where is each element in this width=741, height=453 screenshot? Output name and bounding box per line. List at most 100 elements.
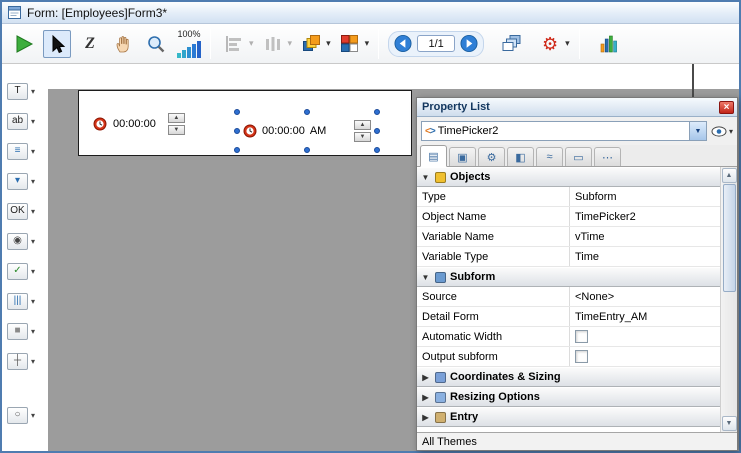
object-selector[interactable]: <> TimePicker2 ▼ — [421, 121, 707, 141]
chevron-down-icon[interactable]: ▾ — [326, 38, 331, 49]
property-value[interactable]: Subform — [569, 187, 720, 206]
chevron-down-icon[interactable]: ▾ — [31, 411, 35, 420]
checkbox[interactable] — [575, 350, 588, 363]
move-tool-button[interactable] — [109, 30, 137, 58]
spinner-down-button[interactable]: ▼ — [168, 125, 185, 135]
rectangle-tool-button[interactable]: ■ — [7, 323, 28, 340]
oval-tool-button[interactable]: ○ — [7, 407, 28, 424]
combo-box-tool-button[interactable]: ▾ — [7, 173, 28, 190]
section-objects[interactable]: ▼Objects — [417, 167, 720, 187]
tab-display[interactable]: ▣ — [449, 147, 476, 166]
selection-handle[interactable] — [234, 147, 240, 153]
property-value[interactable]: <None> — [569, 287, 720, 306]
selection-handle[interactable] — [374, 128, 380, 134]
hierarchical-list-tool-button[interactable]: ≡ — [7, 143, 28, 160]
zoom-tool-button[interactable] — [142, 30, 170, 58]
chevron-down-icon[interactable]: ▾ — [565, 38, 570, 49]
view-options-button[interactable]: ▾ — [711, 126, 733, 137]
tab-settings[interactable]: ⚙ — [478, 147, 505, 166]
chevron-down-icon[interactable]: ▾ — [31, 117, 35, 126]
execute-form-button[interactable] — [10, 30, 38, 58]
spinner-down-button[interactable]: ▼ — [354, 132, 371, 142]
expander-open-icon[interactable]: ▼ — [420, 173, 431, 182]
chevron-down-icon[interactable]: ▾ — [31, 267, 35, 276]
previous-page-button[interactable] — [393, 34, 413, 54]
expander-open-icon[interactable]: ▼ — [420, 273, 431, 282]
selection-handle[interactable] — [374, 147, 380, 153]
chevron-down-icon[interactable]: ▾ — [31, 87, 35, 96]
scrollbar[interactable]: ▲ ▼ — [720, 167, 737, 432]
chevron-down-icon[interactable]: ▾ — [31, 297, 35, 306]
themes-footer[interactable]: All Themes — [417, 432, 737, 450]
tab-properties[interactable]: ▤ — [420, 145, 447, 167]
property-value[interactable] — [569, 327, 720, 346]
property-value[interactable]: TimeEntry_AM — [569, 307, 720, 326]
property-value[interactable]: TimePicker2 — [569, 207, 720, 226]
chevron-down-icon[interactable]: ▾ — [31, 207, 35, 216]
tab-more[interactable]: ⋯ — [594, 147, 621, 166]
chevron-down-icon[interactable]: ▾ — [31, 357, 35, 366]
expander-closed-icon[interactable]: ▶ — [420, 413, 431, 422]
section-entry[interactable]: ▶Entry — [417, 407, 720, 427]
scroll-down-button[interactable]: ▼ — [722, 416, 737, 431]
zoom-control[interactable]: 100% — [177, 27, 201, 61]
selection-handle[interactable] — [234, 128, 240, 134]
time-stepper[interactable]: ▲ ▼ — [168, 113, 185, 135]
tab-monitor[interactable]: ▭ — [565, 147, 592, 166]
section-subform[interactable]: ▼Subform — [417, 267, 720, 287]
hand-icon — [113, 34, 133, 54]
property-value[interactable]: vTime — [569, 227, 720, 246]
button-tool-button[interactable]: OK — [7, 203, 28, 220]
matrix-objects-button[interactable] — [336, 30, 364, 58]
spinner-up-button[interactable]: ▲ — [168, 113, 185, 123]
database-explorer-button[interactable] — [595, 30, 623, 58]
align-button[interactable] — [220, 30, 248, 58]
checkbox[interactable] — [575, 330, 588, 343]
select-tool-button[interactable] — [43, 30, 71, 58]
expander-closed-icon[interactable]: ▶ — [420, 373, 431, 382]
chevron-down-icon[interactable]: ▾ — [249, 38, 254, 49]
property-list-header[interactable]: Property List × — [417, 98, 737, 117]
input-tool-button[interactable]: ab — [7, 113, 28, 130]
property-value[interactable] — [569, 347, 720, 366]
time-stepper[interactable]: ▲ ▼ — [354, 120, 371, 142]
chevron-down-icon[interactable]: ▾ — [31, 327, 35, 336]
tab-events[interactable]: ≈ — [536, 147, 563, 166]
chevron-down-icon[interactable]: ▾ — [31, 237, 35, 246]
form-area[interactable]: 00:00:00 ▲ ▼ — [78, 90, 412, 156]
static-text-tool-button[interactable]: T — [7, 83, 28, 100]
selection-handle[interactable] — [304, 147, 310, 153]
distribute-button[interactable] — [259, 30, 287, 58]
expander-closed-icon[interactable]: ▶ — [420, 393, 431, 402]
scroll-thumb[interactable] — [723, 184, 736, 292]
chevron-down-icon[interactable]: ▼ — [689, 122, 706, 140]
chevron-down-icon[interactable]: ▾ — [365, 38, 370, 49]
chevron-down-icon[interactable]: ▾ — [31, 147, 35, 156]
property-value[interactable]: Time — [569, 247, 720, 266]
tab-appearance[interactable]: ◧ — [507, 147, 534, 166]
form-properties-button[interactable]: ⚙ — [536, 30, 564, 58]
selection-handle[interactable] — [374, 109, 380, 115]
entry-order-button[interactable]: Z — [76, 30, 104, 58]
form-canvas[interactable]: 00:00:00 ▲ ▼ — [48, 64, 739, 451]
form-pages-button[interactable] — [497, 30, 525, 58]
spinner-up-button[interactable]: ▲ — [354, 120, 371, 130]
time-picker-2[interactable]: 00:00:00 AM ▲ ▼ — [237, 112, 377, 150]
scroll-up-button[interactable]: ▲ — [722, 168, 737, 183]
title-bar[interactable]: Form: [Employees]Form3* — [2, 2, 739, 24]
duplicate-objects-button[interactable] — [297, 30, 325, 58]
next-page-button[interactable] — [459, 34, 479, 54]
gear-icon: ⚙ — [542, 35, 558, 53]
chevron-down-icon[interactable]: ▾ — [31, 177, 35, 186]
section-resizing-options[interactable]: ▶Resizing Options — [417, 387, 720, 407]
selection-handle[interactable] — [234, 109, 240, 115]
check-box-tool-button[interactable]: ✓ — [7, 263, 28, 280]
chevron-down-icon[interactable]: ▾ — [288, 38, 293, 49]
selection-handle[interactable] — [304, 109, 310, 115]
time-picker-1[interactable]: 00:00:00 ▲ ▼ — [93, 113, 185, 135]
close-icon[interactable]: × — [719, 101, 734, 114]
splitter-tool-button[interactable]: ┼ — [7, 353, 28, 370]
radio-button-tool-button[interactable]: ◉ — [7, 233, 28, 250]
button-grid-tool-button[interactable]: ||| — [7, 293, 28, 310]
section-coordinates-sizing[interactable]: ▶Coordinates & Sizing — [417, 367, 720, 387]
